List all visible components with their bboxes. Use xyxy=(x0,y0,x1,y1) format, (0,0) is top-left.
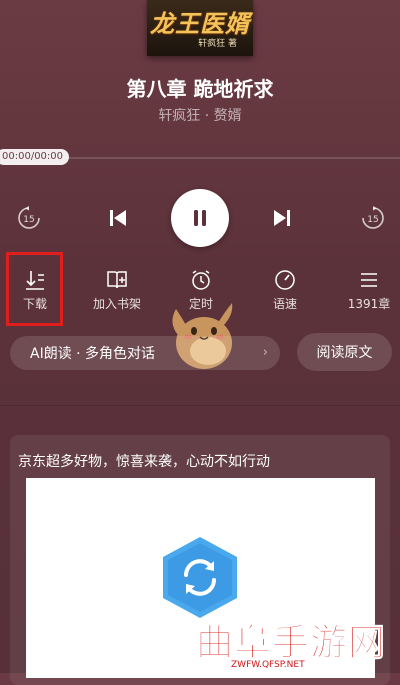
speed-button[interactable]: 语速 xyxy=(250,268,320,312)
skip-next-icon xyxy=(274,210,290,226)
watermark-url: ZWFW.QFSP.NET xyxy=(228,660,308,671)
section-divider xyxy=(0,405,400,406)
download-highlight-box xyxy=(6,252,63,326)
watermark-text: 曲阜手游网 xyxy=(196,621,386,665)
rewind-seconds: 15 xyxy=(23,215,34,225)
forward-seconds: 15 xyxy=(367,215,378,225)
pause-icon xyxy=(194,210,206,226)
cover-title: 龙王医婿 xyxy=(150,9,250,38)
cover-author: 轩疯狂 著 xyxy=(198,39,237,49)
skip-previous-icon xyxy=(110,210,126,226)
time-indicator[interactable]: 00:00/00:00 xyxy=(0,149,70,165)
next-chapter-button[interactable] xyxy=(270,206,294,230)
progress-bar[interactable]: 00:00/00:00 xyxy=(0,149,400,165)
chapter-list-button[interactable]: 1391章 xyxy=(334,268,400,312)
chevron-right-icon: › xyxy=(262,345,268,360)
chapter-subtitle: 轩疯狂 · 赘婿 xyxy=(158,108,242,124)
refresh-logo-icon xyxy=(163,537,237,618)
rewind-15-button[interactable]: 15 xyxy=(16,205,42,231)
speed-label: 语速 xyxy=(272,297,297,311)
ai-reading-label: AI朗读 · 多角色对话 xyxy=(30,346,156,362)
bookshelf-icon xyxy=(107,271,127,289)
chapter-title: 第八章 跪地祈求 xyxy=(126,77,274,101)
forward-15-button[interactable]: 15 xyxy=(360,205,386,231)
add-to-bookshelf-button[interactable]: 加入书架 xyxy=(82,268,152,312)
read-original-button[interactable]: 阅读原文 xyxy=(297,333,392,371)
previous-chapter-button[interactable] xyxy=(106,206,130,230)
rewind-15-icon: 15 xyxy=(18,206,40,229)
chapter-list-label: 1391章 xyxy=(347,297,391,311)
list-icon xyxy=(361,273,377,287)
add-to-bookshelf-label: 加入书架 xyxy=(92,297,141,311)
alarm-clock-icon xyxy=(192,270,210,290)
ai-reading-button[interactable]: AI朗读 · 多角色对话 › xyxy=(10,336,280,370)
book-cover: 龙王医婿 轩疯狂 著 xyxy=(147,0,253,56)
speed-icon xyxy=(275,270,295,290)
progress-track xyxy=(52,157,400,159)
pause-button[interactable] xyxy=(171,189,229,247)
forward-15-icon: 15 xyxy=(362,206,384,229)
ad-text[interactable]: 京东超多好物，惊喜来袭，心动不如行动 xyxy=(18,451,270,471)
